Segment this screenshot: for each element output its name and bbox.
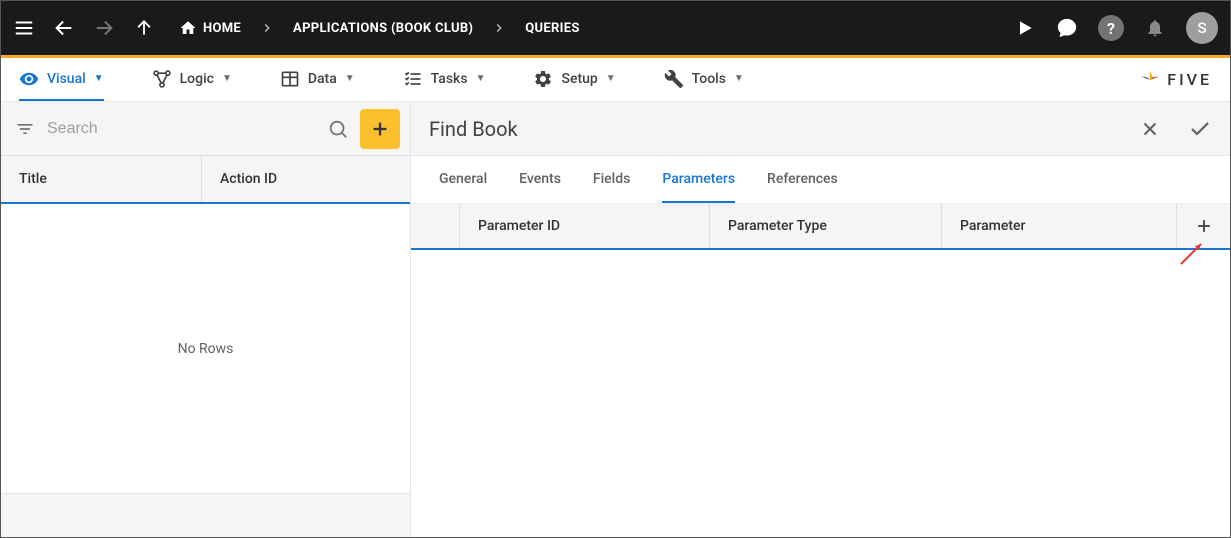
topbar-right: ? S	[1014, 12, 1218, 44]
detail-header: Find Book	[411, 102, 1230, 156]
detail-title: Find Book	[429, 117, 518, 141]
search-icon[interactable]	[324, 115, 352, 143]
topbar-left: HOME APPLICATIONS (BOOK CLUB) QUERIES	[13, 17, 580, 39]
content: Title Action ID No Rows Find Book Genera…	[1, 102, 1230, 537]
column-action-id[interactable]: Action ID	[201, 156, 410, 202]
help-icon[interactable]: ?	[1098, 15, 1124, 41]
column-parameter-id[interactable]: Parameter ID	[459, 204, 709, 248]
caret-down-icon: ▼	[345, 73, 355, 84]
chevron-right-icon	[259, 20, 275, 36]
search-input[interactable]	[47, 120, 316, 138]
detail-actions	[1138, 117, 1212, 141]
gear-icon	[533, 69, 553, 89]
left-footer	[1, 493, 410, 537]
table-icon	[280, 69, 300, 89]
nav-visual[interactable]: Visual ▼	[19, 58, 104, 101]
caret-down-icon: ▼	[606, 73, 616, 84]
chevron-right-icon	[491, 20, 507, 36]
caret-down-icon: ▼	[222, 73, 232, 84]
tab-references[interactable]: References	[767, 156, 838, 203]
play-icon[interactable]	[1014, 17, 1036, 39]
tab-parameters[interactable]: Parameters	[662, 156, 735, 203]
nav-tasks[interactable]: Tasks ▼	[403, 58, 486, 101]
nav-data[interactable]: Data ▼	[280, 58, 355, 101]
nav-label: Setup	[561, 71, 597, 87]
nav-setup[interactable]: Setup ▼	[533, 58, 615, 101]
arrow-annotation-icon	[1179, 236, 1209, 266]
topbar: HOME APPLICATIONS (BOOK CLUB) QUERIES ?	[1, 1, 1230, 55]
empty-text: No Rows	[178, 341, 234, 357]
logic-icon	[152, 69, 172, 89]
avatar-initial: S	[1197, 19, 1206, 37]
column-title[interactable]: Title	[1, 156, 201, 202]
eye-icon	[19, 69, 39, 89]
avatar[interactable]: S	[1186, 12, 1218, 44]
add-parameter-button[interactable]	[1176, 204, 1230, 248]
tab-general[interactable]: General	[439, 156, 487, 203]
close-icon[interactable]	[1138, 117, 1162, 141]
confirm-icon[interactable]	[1188, 117, 1212, 141]
logo-mark-icon	[1139, 69, 1161, 91]
caret-down-icon: ▼	[734, 73, 744, 84]
detail-panel: Find Book General Events Fields Paramete…	[411, 102, 1230, 537]
filter-icon[interactable]	[11, 115, 39, 143]
detail-tabs: General Events Fields Parameters Referen…	[411, 156, 1230, 204]
breadcrumb-label: APPLICATIONS (BOOK CLUB)	[293, 21, 473, 36]
param-table-header: Parameter ID Parameter Type Parameter	[411, 204, 1230, 250]
tab-events[interactable]: Events	[519, 156, 561, 203]
empty-state: No Rows	[1, 204, 410, 493]
tab-fields[interactable]: Fields	[593, 156, 630, 203]
column-parameter-type[interactable]: Parameter Type	[709, 204, 941, 248]
chat-icon[interactable]	[1056, 17, 1078, 39]
breadcrumb-home[interactable]: HOME	[179, 19, 241, 37]
caret-down-icon: ▼	[476, 73, 486, 84]
nav-tools[interactable]: Tools ▼	[664, 58, 744, 101]
nav-label: Tools	[692, 71, 726, 87]
add-button[interactable]	[360, 109, 400, 149]
column-parameter[interactable]: Parameter	[941, 204, 1176, 248]
bell-icon[interactable]	[1144, 17, 1166, 39]
breadcrumb-queries[interactable]: QUERIES	[525, 21, 579, 36]
list-header: Title Action ID	[1, 156, 410, 204]
main-nav: Visual ▼ Logic ▼ Data ▼ Tasks ▼ Setup ▼ …	[1, 58, 1230, 102]
forward-icon	[93, 17, 115, 39]
nav-logic[interactable]: Logic ▼	[152, 58, 232, 101]
logo-text: FIVE	[1167, 70, 1212, 89]
tools-icon	[664, 69, 684, 89]
up-icon[interactable]	[133, 17, 155, 39]
nav-label: Visual	[47, 71, 86, 87]
breadcrumb: HOME APPLICATIONS (BOOK CLUB) QUERIES	[179, 19, 580, 37]
nav-label: Logic	[180, 71, 214, 87]
nav-label: Data	[308, 71, 337, 87]
menu-icon[interactable]	[13, 17, 35, 39]
breadcrumb-applications[interactable]: APPLICATIONS (BOOK CLUB)	[293, 21, 473, 36]
search-row	[1, 102, 410, 156]
logo: FIVE	[1139, 69, 1212, 91]
left-panel: Title Action ID No Rows	[1, 102, 411, 537]
caret-down-icon: ▼	[94, 73, 104, 84]
breadcrumb-label: HOME	[203, 21, 241, 36]
tasks-icon	[403, 69, 423, 89]
back-icon[interactable]	[53, 17, 75, 39]
nav-label: Tasks	[431, 71, 468, 87]
breadcrumb-label: QUERIES	[525, 21, 579, 36]
